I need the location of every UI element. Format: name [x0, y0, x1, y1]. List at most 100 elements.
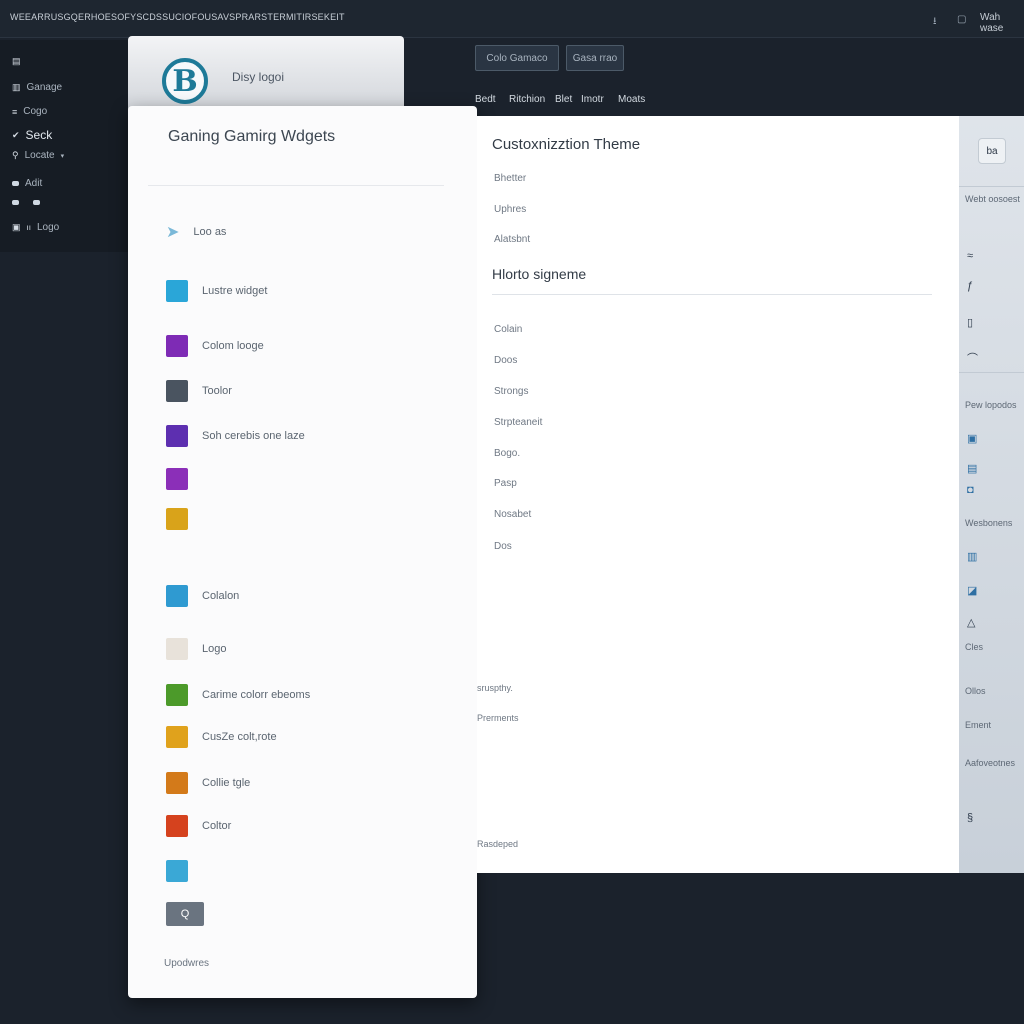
content-list-item[interactable]: Nosabet — [494, 509, 531, 520]
widget-row[interactable]: Carime colorr ebeoms — [166, 684, 310, 706]
widget-icon — [166, 280, 188, 302]
sidebar-item-label: Locate — [24, 150, 55, 161]
content-list-item[interactable]: Strpteaneit — [494, 417, 542, 428]
edit-icon — [12, 181, 19, 186]
left-sidebar: ▤ ▥ Ganage ≡ Cogo ✔ Seck ⚲ Locate ▾ Adit ▣ ıı L… — [0, 40, 128, 252]
sidebar-item-label: Logo — [36, 222, 60, 233]
rightbar-label: Webt oosoest — [965, 194, 1020, 204]
pencil-icon[interactable]: ▯ — [967, 316, 973, 329]
content-note: sruspthy. — [477, 683, 513, 693]
image-icon: ▣ — [12, 222, 21, 232]
sidebar-item-seck[interactable]: ✔ Seck — [12, 128, 52, 142]
content-subitem[interactable]: Uphres — [494, 204, 526, 215]
widget-row[interactable]: Lustre widget — [166, 280, 267, 302]
content-list-item[interactable]: Doos — [494, 355, 517, 366]
content-list-item[interactable]: Colain — [494, 324, 522, 335]
check-icon: ✔ — [12, 129, 20, 140]
menu-item-blet[interactable]: Blet — [555, 94, 572, 105]
rightbar-label: Cles — [965, 642, 984, 652]
sidebar-item-ganage[interactable]: ▥ Ganage — [12, 82, 62, 93]
brush-icon[interactable]: ƒ — [967, 280, 973, 292]
content-list-item[interactable]: Strongs — [494, 386, 528, 397]
sidebar-item-label: Cogo — [23, 106, 48, 117]
wave-icon[interactable]: ≈ — [967, 250, 973, 262]
widget-icon — [166, 425, 188, 447]
sidebar-item-cogo[interactable]: ≡ Cogo — [12, 106, 47, 117]
sidebar-item-label: Ganage — [26, 82, 63, 93]
edit-icon[interactable]: ◪ — [967, 584, 977, 597]
panel-footer[interactable]: Upodwres — [164, 958, 209, 969]
content-list-item[interactable]: Bogo. — [494, 448, 520, 459]
bird-icon: ➤ — [166, 224, 180, 241]
widget-row[interactable] — [166, 860, 188, 882]
keyboard-icon[interactable]: ba — [978, 138, 1006, 164]
menu-item-moats[interactable]: Moats — [618, 94, 645, 105]
widget-icon — [166, 684, 188, 706]
menu-icon: ≡ — [12, 106, 18, 117]
panel-title: Ganing Gamirg Wdgets — [168, 128, 336, 145]
section-title: Hlorto signeme — [492, 266, 587, 282]
sidebar-item-pen[interactable] — [12, 200, 40, 205]
pen-icon — [12, 200, 19, 205]
customization-panel: Custoxnizztion Theme Bhetter Uphres Alat… — [477, 116, 959, 873]
toolbar-button-gasa[interactable]: Gasa rrao — [566, 45, 624, 71]
widget-row[interactable]: ➤ Loo as — [166, 222, 226, 242]
widget-row[interactable]: Coltor — [166, 815, 231, 837]
widget-icon — [166, 380, 188, 402]
panel-icon: ▥ — [12, 82, 21, 92]
brand-logo: B — [162, 58, 208, 104]
user-name[interactable]: Wah wase — [980, 12, 1024, 34]
sidebar-item-label: Adit — [25, 178, 43, 189]
content-note: Prerments — [477, 713, 519, 723]
widget-row[interactable]: CusZe colt,rote — [166, 726, 277, 748]
widget-icon — [166, 468, 188, 490]
panel-header — [148, 106, 444, 186]
widget-row[interactable]: Collie tgle — [166, 772, 250, 794]
sidebar-item-label: Seck — [25, 128, 53, 142]
content-subitem[interactable]: Alatsbnt — [494, 234, 530, 245]
widget-icon — [166, 860, 188, 882]
pin-icon[interactable]: ⌒ — [967, 350, 978, 366]
ear-icon[interactable]: § — [967, 812, 973, 824]
widget-row[interactable]: Colalon — [166, 585, 239, 607]
content-subitem[interactable]: Bhetter — [494, 173, 526, 184]
content-note: Rasdeped — [477, 839, 519, 849]
lock-icon[interactable]: ▢ — [957, 14, 966, 25]
table-icon[interactable]: ▥ — [967, 550, 977, 563]
warning-icon[interactable]: △ — [967, 616, 975, 629]
content-list-item[interactable]: Dos — [494, 541, 512, 552]
menu-item-ritchion[interactable]: Ritchion — [509, 94, 545, 105]
widget-row[interactable] — [166, 468, 188, 490]
rightbar-label: Wesbonens — [965, 518, 1013, 528]
window-title: WEEARRUSGQERHOESOFYSCDSSUCIOFOUSAVSPRARS… — [10, 12, 345, 22]
widget-row[interactable] — [166, 508, 188, 530]
rightbar-label: Ement — [965, 720, 992, 730]
sidebar-item-grid[interactable]: ▤ — [12, 56, 21, 67]
widget-row[interactable]: Logo — [166, 638, 226, 660]
widget-row[interactable]: Toolor — [166, 380, 232, 402]
content-list-item[interactable]: Pasp — [494, 478, 517, 489]
widget-icon — [166, 726, 188, 748]
menu-item-bedt[interactable]: Bedt — [475, 94, 496, 105]
widgets-panel: Ganing Gamirg Wdgets ➤ Loo as Lustre widg… — [128, 106, 477, 998]
widget-search-row[interactable]: Q — [166, 902, 204, 926]
download-icon[interactable]: ⭳ — [933, 14, 937, 31]
image-icon[interactable]: ▣ — [967, 432, 977, 445]
search-button[interactable]: Q — [166, 902, 204, 926]
list-icon[interactable]: ▤ — [967, 462, 977, 475]
logo-card-label: Disy logoi — [232, 70, 285, 84]
menu-item-imotr[interactable]: Imotr — [581, 94, 604, 105]
sidebar-item-logo[interactable]: ▣ ıı Logo — [12, 222, 59, 233]
sidebar-item-adit[interactable]: Adit — [12, 178, 42, 189]
right-toolbar: ba Webt oosoest ≈ ƒ ▯ ⌒ Pew lopodos ▣ ▤ … — [959, 116, 1024, 873]
toolbar-button-colo[interactable]: Colo Gamaco — [475, 45, 559, 71]
widget-icon — [166, 585, 188, 607]
widget-row[interactable]: Colom looge — [166, 335, 264, 357]
title-bar: WEEARRUSGQERHOESOFYSCDSSUCIOFOUSAVSPRARS… — [0, 0, 1024, 38]
widget-icon — [166, 772, 188, 794]
content-title: Custoxnizztion Theme — [492, 136, 641, 153]
layer-icon[interactable]: ◘ — [967, 484, 974, 496]
widget-icon — [166, 508, 188, 530]
widget-row[interactable]: Soh cerebis one laze — [166, 425, 305, 447]
sidebar-item-locate[interactable]: ⚲ Locate ▾ — [12, 150, 64, 161]
